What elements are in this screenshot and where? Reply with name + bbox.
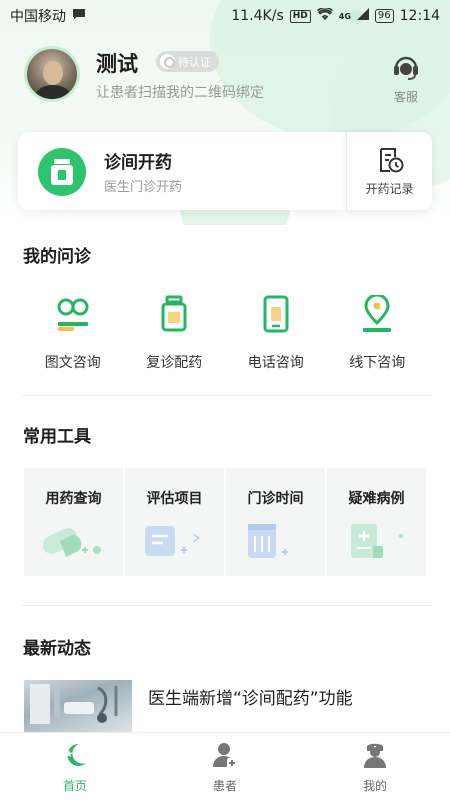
add-patient-icon [211,743,239,773]
tool-item-clinic-hours[interactable]: 门诊时间 [226,468,325,576]
clinic-prescribe-entry[interactable]: 诊间开药 医生门诊开药 [18,132,346,210]
clinic-prescribe-title: 诊间开药 [104,153,172,173]
signal-type: 4G [338,11,351,21]
hd-badge: HD [289,9,311,23]
phone-icon [225,292,327,336]
section-title-tools: 常用工具 [23,427,91,447]
consult-item-label: 线下咨询 [349,355,406,371]
customer-service-label: 客服 [393,90,418,104]
clinic-prescribe-subtitle: 医生门诊开药 [104,180,183,195]
consult-grid: 图文咨询 复诊配药 电话咨询 线下咨询 [22,292,428,374]
assessment-icon [125,522,224,562]
consult-item-label: 复诊配药 [146,355,203,371]
tab-home[interactable]: 首页 [0,733,150,800]
verify-status-badge[interactable]: 待认证 [156,51,219,72]
consult-item-label: 图文咨询 [44,355,101,371]
headset-icon [391,56,421,86]
home-moon-icon [61,743,89,773]
tab-label: 首页 [62,779,87,793]
tab-label: 我的 [362,779,387,793]
battery-level: 96 [377,10,391,21]
customer-service-button[interactable]: 客服 [386,52,426,105]
tool-item-label: 用药查询 [45,491,102,507]
consult-item-offline[interactable]: 线下咨询 [327,292,429,374]
nurse-avatar-icon [361,743,389,773]
certificate-icon [160,54,175,69]
consult-item-refill[interactable]: 复诊配药 [124,292,226,374]
net-speed: 11.4K/s [231,8,284,24]
pill-icon [24,522,123,562]
section-title-consult: 我的问诊 [23,247,91,267]
calendar-icon [226,522,325,562]
tool-item-drug-lookup[interactable]: 用药查询 [24,468,123,576]
doctor-profile[interactable]: 测试 待认证 让患者扫描我的二维码绑定 客服 [24,46,426,104]
clock: 12:14 [399,8,440,24]
news-item[interactable]: 医生端新增“诊间配药”功能 [24,680,434,732]
record-clock-icon [347,146,432,178]
location-pin-icon [327,292,429,336]
tool-item-label: 门诊时间 [247,491,304,507]
status-bar: 中国移动 11.4K/s HD 4G 96 12:14 [0,0,450,32]
divider [22,605,432,606]
battery-indicator: 96 [374,9,394,23]
prescription-record-label: 开药记录 [365,182,414,196]
carrier-name: 中国移动 [10,9,66,25]
verify-status-label: 待认证 [178,55,211,69]
signal-icon [356,8,369,24]
section-title-news: 最新动态 [23,639,91,659]
tab-patients[interactable]: 患者 [150,733,300,800]
consult-item-text[interactable]: 图文咨询 [22,292,124,374]
medicine-bottle-icon [124,292,226,336]
tool-item-label: 评估项目 [146,491,203,507]
consult-item-phone[interactable]: 电话咨询 [225,292,327,374]
message-icon [72,8,86,24]
wifi-icon [316,6,333,24]
avatar[interactable] [24,46,80,102]
news-thumbnail [24,680,132,732]
qr-binding-hint: 让患者扫描我的二维码绑定 [96,85,264,101]
clinic-prescribe-card: 诊间开药 医生门诊开药 开药记录 [18,132,432,210]
consult-item-label: 电话咨询 [247,355,304,371]
tab-label: 患者 [212,779,237,793]
medicine-jar-icon [38,148,86,196]
tool-item-assessment[interactable]: 评估项目 [125,468,224,576]
tab-mine[interactable]: 我的 [300,733,450,800]
tools-grid: 用药查询 评估项目 门诊时间 疑难病例 [24,468,426,576]
prescription-record-button[interactable]: 开药记录 [347,132,432,210]
news-title: 医生端新增“诊间配药”功能 [148,689,353,709]
tool-item-label: 疑难病例 [348,491,405,507]
divider [22,395,432,396]
case-icon [327,522,426,562]
doctor-name: 测试 [96,52,138,76]
tool-item-difficult-cases[interactable]: 疑难病例 [327,468,426,576]
bottom-tab-bar: 首页 患者 我的 [0,732,450,800]
chat-icon [22,292,124,336]
